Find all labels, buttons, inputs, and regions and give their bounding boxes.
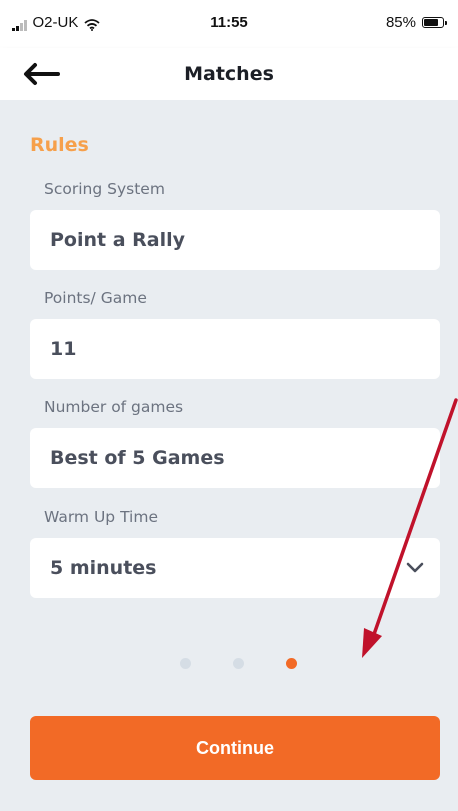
chevron-down-icon bbox=[406, 562, 424, 573]
warm-up-time-value: 5 minutes bbox=[50, 557, 157, 579]
pagination-dot[interactable] bbox=[180, 658, 191, 669]
status-bar: O2-UK 11:55 85% bbox=[0, 0, 458, 48]
back-button[interactable] bbox=[22, 62, 66, 88]
battery-icon bbox=[422, 17, 447, 28]
rules-panel: Rules Scoring System Point a Rally Point… bbox=[0, 100, 458, 811]
scoring-system-field[interactable]: Point a Rally bbox=[30, 210, 440, 270]
section-title: Rules bbox=[30, 134, 89, 156]
pagination-dots bbox=[0, 658, 458, 670]
scoring-system-value: Point a Rally bbox=[50, 229, 186, 251]
points-per-game-value: 11 bbox=[50, 338, 77, 360]
number-of-games-field[interactable]: Best of 5 Games bbox=[30, 428, 440, 488]
warm-up-time-label: Warm Up Time bbox=[44, 508, 159, 526]
nav-bar: Matches bbox=[0, 48, 458, 100]
warm-up-time-select[interactable]: 5 minutes bbox=[30, 538, 440, 598]
points-per-game-field[interactable]: 11 bbox=[30, 319, 440, 379]
pagination-dot[interactable] bbox=[233, 658, 244, 669]
battery-percent: 85% bbox=[385, 14, 416, 31]
continue-button[interactable]: Continue bbox=[30, 716, 440, 780]
scoring-system-label: Scoring System bbox=[44, 180, 165, 198]
number-of-games-label: Number of games bbox=[44, 398, 184, 416]
status-right: 85% bbox=[385, 14, 447, 31]
points-per-game-label: Points/ Game bbox=[44, 289, 147, 307]
number-of-games-value: Best of 5 Games bbox=[50, 447, 225, 469]
page-title: Matches bbox=[184, 63, 274, 85]
arrow-left-icon bbox=[24, 63, 60, 85]
pagination-dot[interactable] bbox=[286, 658, 297, 669]
